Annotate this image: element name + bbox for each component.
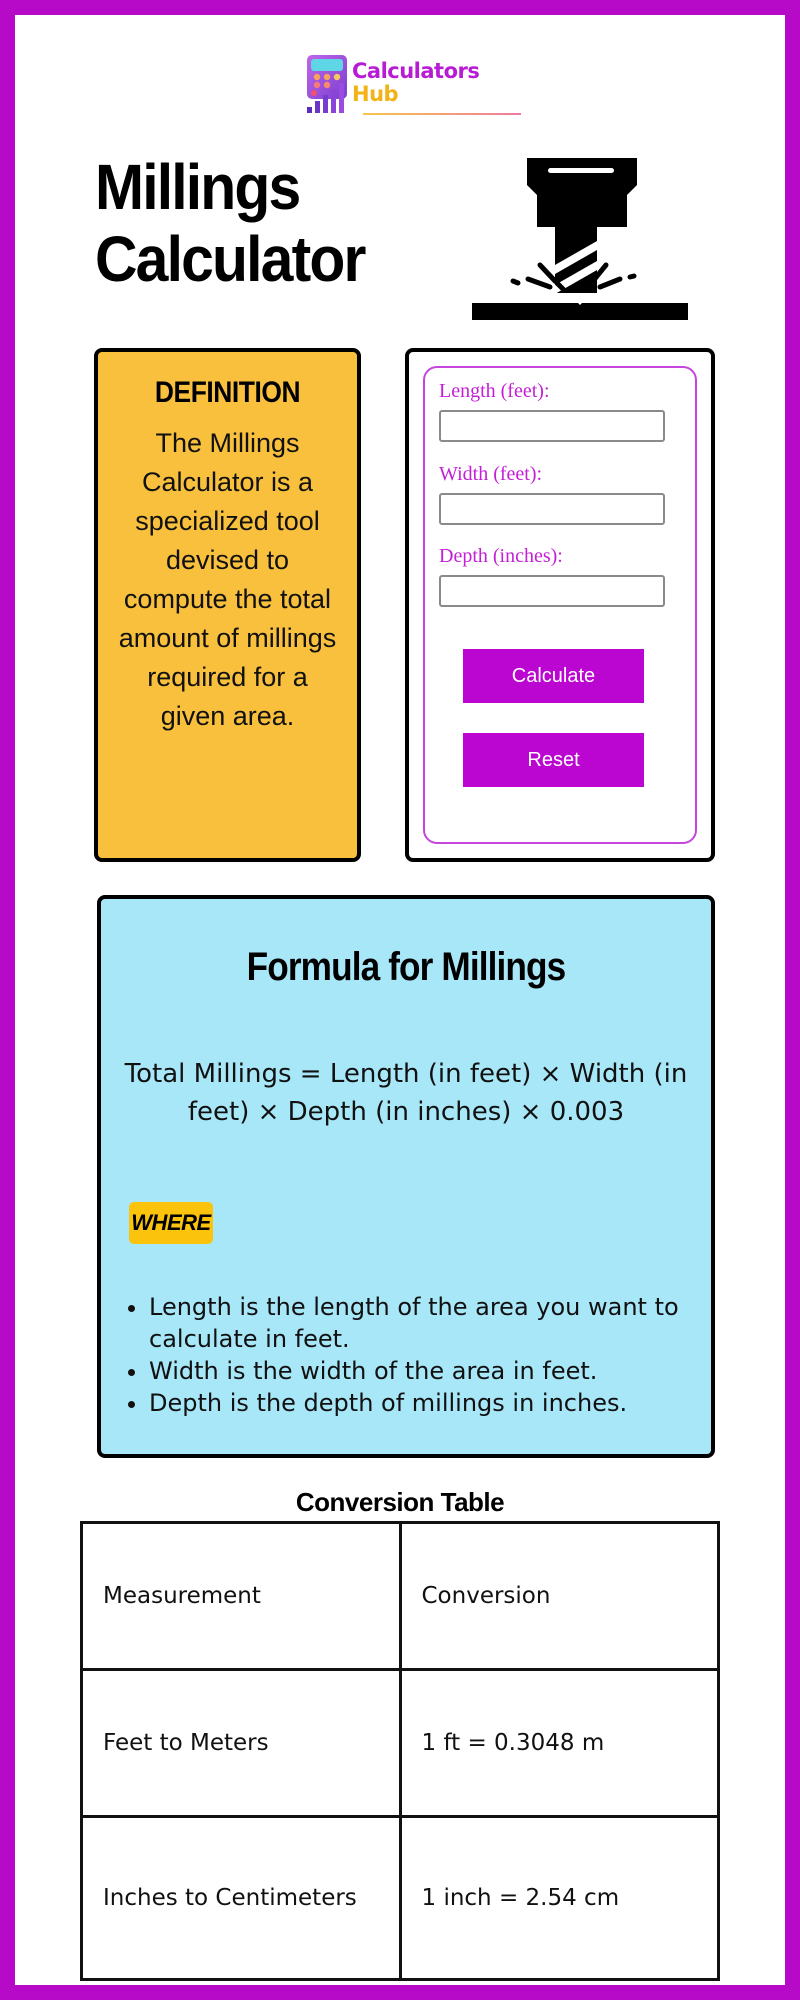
width-input[interactable]	[439, 493, 665, 525]
depth-input[interactable]	[439, 575, 665, 607]
table-cell: Measurement	[80, 1521, 402, 1671]
definition-card: DEFINITION The Millings Calculator is a …	[94, 348, 361, 862]
logo-underline	[363, 113, 521, 115]
list-item: Length is the length of the area you wan…	[149, 1291, 691, 1355]
table-cell: 1 ft = 0.3048 m	[398, 1668, 720, 1818]
calculator-form: Length (feet): Width (feet): Depth (inch…	[423, 366, 697, 844]
formula-expression: Total Millings = Length (in feet) × Widt…	[124, 1059, 688, 1127]
table-row: Feet to Meters 1 ft = 0.3048 m	[80, 1668, 720, 1818]
page-title: Millings Calculator	[95, 151, 366, 295]
reset-button[interactable]: Reset	[463, 733, 644, 787]
table-cell: 1 inch = 2.54 cm	[398, 1815, 720, 1981]
definition-heading: DEFINITION	[154, 376, 301, 409]
table-cell: Feet to Meters	[80, 1668, 402, 1818]
logo-text-hub: Hub	[352, 82, 399, 106]
width-label: Width (feet):	[439, 463, 543, 485]
definition-body: The Millings Calculator is a specialized…	[118, 428, 337, 731]
table-row: Inches to Centimeters 1 inch = 2.54 cm	[80, 1815, 720, 1981]
calculate-button[interactable]: Calculate	[463, 649, 644, 703]
title-line-1: Millings	[95, 151, 301, 223]
title-line-2: Calculator	[95, 223, 366, 295]
milling-machine-icon	[472, 158, 688, 320]
conversion-table: Measurement Conversion Feet to Meters 1 …	[80, 1521, 720, 1981]
depth-label: Depth (inches):	[439, 545, 563, 567]
page-frame: Calculators Hub Millings Calculator DEFI…	[15, 15, 785, 1985]
table-header-row: Measurement Conversion	[80, 1521, 720, 1671]
calculator-card: Length (feet): Width (feet): Depth (inch…	[405, 348, 715, 862]
where-badge: WHERE	[129, 1202, 213, 1244]
formula-heading: Formula for Millings	[246, 945, 567, 989]
calculator-bar-chart-icon	[307, 55, 347, 113]
logo-text-calculators: Calculators	[352, 59, 480, 83]
site-logo[interactable]: Calculators Hub	[305, 37, 535, 117]
list-item: Depth is the depth of millings in inches…	[149, 1387, 691, 1419]
length-input[interactable]	[439, 410, 665, 442]
list-item: Width is the width of the area in feet.	[149, 1355, 691, 1387]
table-cell: Conversion	[398, 1521, 720, 1671]
length-label: Length (feet):	[439, 380, 550, 402]
variable-list: Length is the length of the area you wan…	[149, 1291, 691, 1419]
table-cell: Inches to Centimeters	[80, 1815, 402, 1981]
conversion-table-title: Conversion Table	[295, 1487, 505, 1517]
formula-card: Formula for Millings Total Millings = Le…	[97, 895, 715, 1458]
